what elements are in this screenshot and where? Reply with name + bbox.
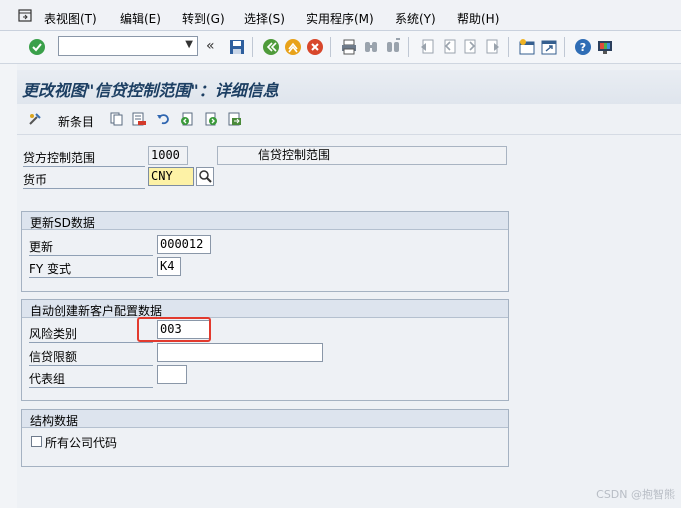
undo-icon[interactable] <box>156 112 170 126</box>
menu-goto[interactable]: 转到(G) <box>182 10 225 27</box>
chevron-down-icon[interactable]: ▼ <box>185 39 193 50</box>
standard-toolbar: ▼ « ? <box>0 31 681 64</box>
previous-entry-icon[interactable] <box>180 112 194 126</box>
exit-icon[interactable] <box>284 38 302 56</box>
menu-utilities[interactable]: 实用程序(M) <box>306 10 374 27</box>
credit-control-area-description: 信贷控制范围 <box>217 146 507 165</box>
new-entries-button[interactable]: 新条目 <box>58 113 94 130</box>
page-title: 更改视图"信贷控制范围"：详细信息 <box>22 81 279 100</box>
menu-selection[interactable]: 选择(S) <box>244 10 285 27</box>
toolbar-separator <box>408 37 409 57</box>
all-company-codes-label: 所有公司代码 <box>45 436 118 450</box>
toolbar-separator <box>564 37 565 57</box>
create-session-icon[interactable] <box>518 38 536 56</box>
highlight-box <box>137 317 211 342</box>
rep-group-label: 代表组 <box>29 370 153 388</box>
credit-limit-label: 信贷限额 <box>29 348 153 366</box>
fy-variant-field[interactable]: K4 <box>157 257 181 276</box>
next-page-icon[interactable] <box>462 38 480 56</box>
find-next-icon[interactable] <box>384 38 402 56</box>
rep-group-field[interactable] <box>157 365 187 384</box>
update-field[interactable]: 000012 <box>157 235 211 254</box>
save-icon[interactable] <box>228 38 246 56</box>
search-help-icon[interactable] <box>196 167 214 186</box>
risk-category-label: 风险类别 <box>29 325 153 343</box>
transport-icon[interactable] <box>228 112 242 126</box>
group-header: 自动创建新客户配置数据 <box>22 300 508 318</box>
previous-page-icon[interactable] <box>440 38 458 56</box>
menu-table-view[interactable]: 表视图(T) <box>44 10 97 27</box>
group-header: 结构数据 <box>22 410 508 428</box>
delete-icon[interactable] <box>132 112 146 126</box>
first-page-icon[interactable] <box>418 38 436 56</box>
collapse-command-icon[interactable]: « <box>206 38 215 54</box>
menu-system[interactable]: 系统(Y) <box>395 10 436 27</box>
group-header: 更新SD数据 <box>22 212 508 230</box>
credit-control-area-field: 1000 <box>148 146 188 165</box>
toolbar-separator <box>252 37 253 57</box>
currency-label: 货币 <box>23 171 145 189</box>
find-icon[interactable] <box>362 38 380 56</box>
watermark: CSDN @抱智熊 <box>596 488 675 501</box>
left-strip <box>0 64 17 508</box>
cancel-icon[interactable] <box>306 38 324 56</box>
customize-layout-icon[interactable] <box>596 38 614 56</box>
enter-icon[interactable] <box>28 38 46 56</box>
back-icon[interactable] <box>262 38 280 56</box>
system-menu-icon[interactable] <box>18 9 32 22</box>
menu-edit[interactable]: 编辑(E) <box>120 10 161 27</box>
menu-help[interactable]: 帮助(H) <box>457 10 499 27</box>
shortcut-icon[interactable] <box>540 38 558 56</box>
group-title: 结构数据 <box>30 414 79 428</box>
print-icon[interactable] <box>340 38 358 56</box>
display-change-icon[interactable] <box>28 112 42 126</box>
menu-bar: 表视图(T) 编辑(E) 转到(G) 选择(S) 实用程序(M) 系统(Y) 帮… <box>0 0 681 31</box>
help-icon[interactable]: ? <box>574 38 592 56</box>
fy-variant-label: FY 变式 <box>29 260 153 278</box>
last-page-icon[interactable] <box>484 38 502 56</box>
currency-field[interactable]: CNY <box>148 167 194 186</box>
credit-limit-field[interactable] <box>157 343 323 362</box>
next-entry-icon[interactable] <box>204 112 218 126</box>
group-title: 更新SD数据 <box>30 216 95 230</box>
command-field[interactable]: ▼ <box>58 36 198 56</box>
all-company-codes-checkbox[interactable] <box>31 436 42 447</box>
copy-as-icon[interactable] <box>110 112 124 126</box>
svg-text:?: ? <box>580 41 586 54</box>
credit-control-area-label: 贷方控制范围 <box>23 149 145 167</box>
toolbar-separator <box>330 37 331 57</box>
update-label: 更新 <box>29 238 153 256</box>
toolbar-separator <box>508 37 509 57</box>
